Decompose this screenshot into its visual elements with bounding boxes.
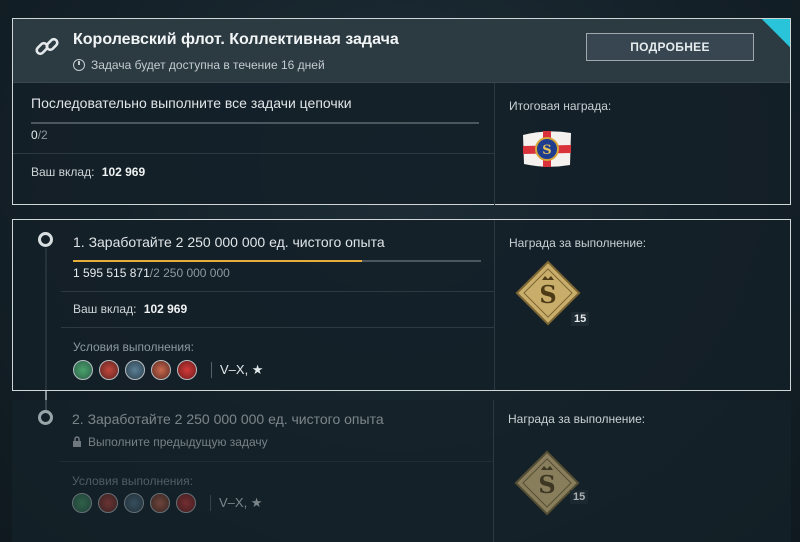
nation-europe-icon[interactable] [124,493,144,513]
task-1-step-marker [38,232,53,247]
chain-progress-text: 0/2 [31,128,48,142]
chain-header: Королевский флот. Коллективная задача За… [13,19,790,83]
task-1-progress-total: /2 250 000 000 [149,266,230,280]
final-reward-label: Итоговая награда: [509,99,612,113]
royal-navy-flag-icon[interactable]: S [521,129,573,169]
chain-progress-total: /2 [37,128,48,142]
task-1-progress-current: 1 595 515 871 [73,266,150,280]
chain-summary: Последовательно выполните все задачи цеп… [13,83,494,205]
details-button[interactable]: ПОДРОБНЕЕ [586,33,754,61]
svg-text:S: S [539,280,556,309]
divider [61,291,494,292]
task-1-title: 1. Заработайте 2 250 000 000 ед. чистого… [73,234,385,250]
clock-icon [73,59,85,71]
nation-europe-icon[interactable] [125,360,145,380]
chain-description: Последовательно выполните все задачи цеп… [31,95,352,111]
divider [61,327,494,328]
nation-uk-icon[interactable] [99,360,119,380]
nation-panasia-icon[interactable] [150,493,170,513]
task-2-locked-text: Выполните предыдущую задачу [88,435,268,449]
nation-uk-icon[interactable] [98,493,118,513]
task-2-tiers: V–X, ★ [210,495,262,511]
contribution-label: Ваш вклад: [73,302,137,316]
task-1-reward-count: 15 [571,312,590,326]
task-2-step-marker [38,410,53,425]
task-1-progress-fill [73,260,363,262]
nation-panasia-icon[interactable] [151,360,171,380]
sovereign-token-icon[interactable]: S [512,448,582,518]
page-title: Королевский флот. Коллективная задача [73,31,399,48]
task-2-locked-hint: Выполните предыдущую задачу [72,435,268,449]
availability-label: Задача будет доступна в течение 16 дней [91,58,325,72]
contribution-value: 102 969 [101,165,146,179]
availability-text: Задача будет доступна в течение 16 дней [73,58,325,72]
task-1-reward-label: Награда за выполнение: [509,236,647,250]
task-2-reward-panel: Награда за выполнение: S 15 [493,400,791,542]
svg-text:S: S [542,143,551,158]
chain-contribution: Ваш вклад: 102 969 [31,165,145,179]
task-2-reward-count: 15 [570,490,589,504]
task-1-body: 1. Заработайте 2 250 000 000 ед. чистого… [13,220,494,390]
task-2-conditions: V–X, ★ [72,493,262,513]
task-2-reward-label: Награда за выполнение: [508,412,646,426]
nation-commonwealth-icon[interactable] [72,493,92,513]
nation-commonwealth-icon[interactable] [73,360,93,380]
lock-icon [73,436,81,447]
svg-text:S: S [538,470,555,499]
nation-ussr-icon[interactable] [177,360,197,380]
chain-header-card: Королевский флот. Коллективная задача За… [12,18,791,205]
final-reward-panel: Итоговая награда: S [494,83,790,205]
task-1-tiers: V–X, ★ [211,362,263,378]
nation-ussr-icon[interactable] [176,493,196,513]
chain-progress-done: 0 [31,128,38,142]
task-1-contribution: Ваш вклад: 102 969 [73,302,187,316]
task-1-reward-panel: Награда за выполнение: S 15 [494,220,790,390]
task-2-conditions-label: Условия выполнения: [72,474,193,488]
chain-progress-bar [31,122,479,124]
task-card-1: 1. Заработайте 2 250 000 000 ед. чистого… [12,219,791,391]
task-1-conditions-label: Условия выполнения: [73,340,194,354]
divider [60,461,493,462]
task-1-progress-text: 1 595 515 871/2 250 000 000 [73,266,230,280]
task-2-body: 2. Заработайте 2 250 000 000 ед. чистого… [12,400,493,542]
contribution-value: 102 969 [143,302,188,316]
corner-accent [752,19,790,57]
task-1-conditions: V–X, ★ [73,360,263,380]
link-icon [35,37,59,56]
task-2-title: 2. Заработайте 2 250 000 000 ед. чистого… [72,411,384,427]
task-card-2: 2. Заработайте 2 250 000 000 ед. чистого… [12,400,791,542]
divider [13,153,494,154]
task-1-progress-bar [73,260,481,262]
contribution-label: Ваш вклад: [31,165,95,179]
